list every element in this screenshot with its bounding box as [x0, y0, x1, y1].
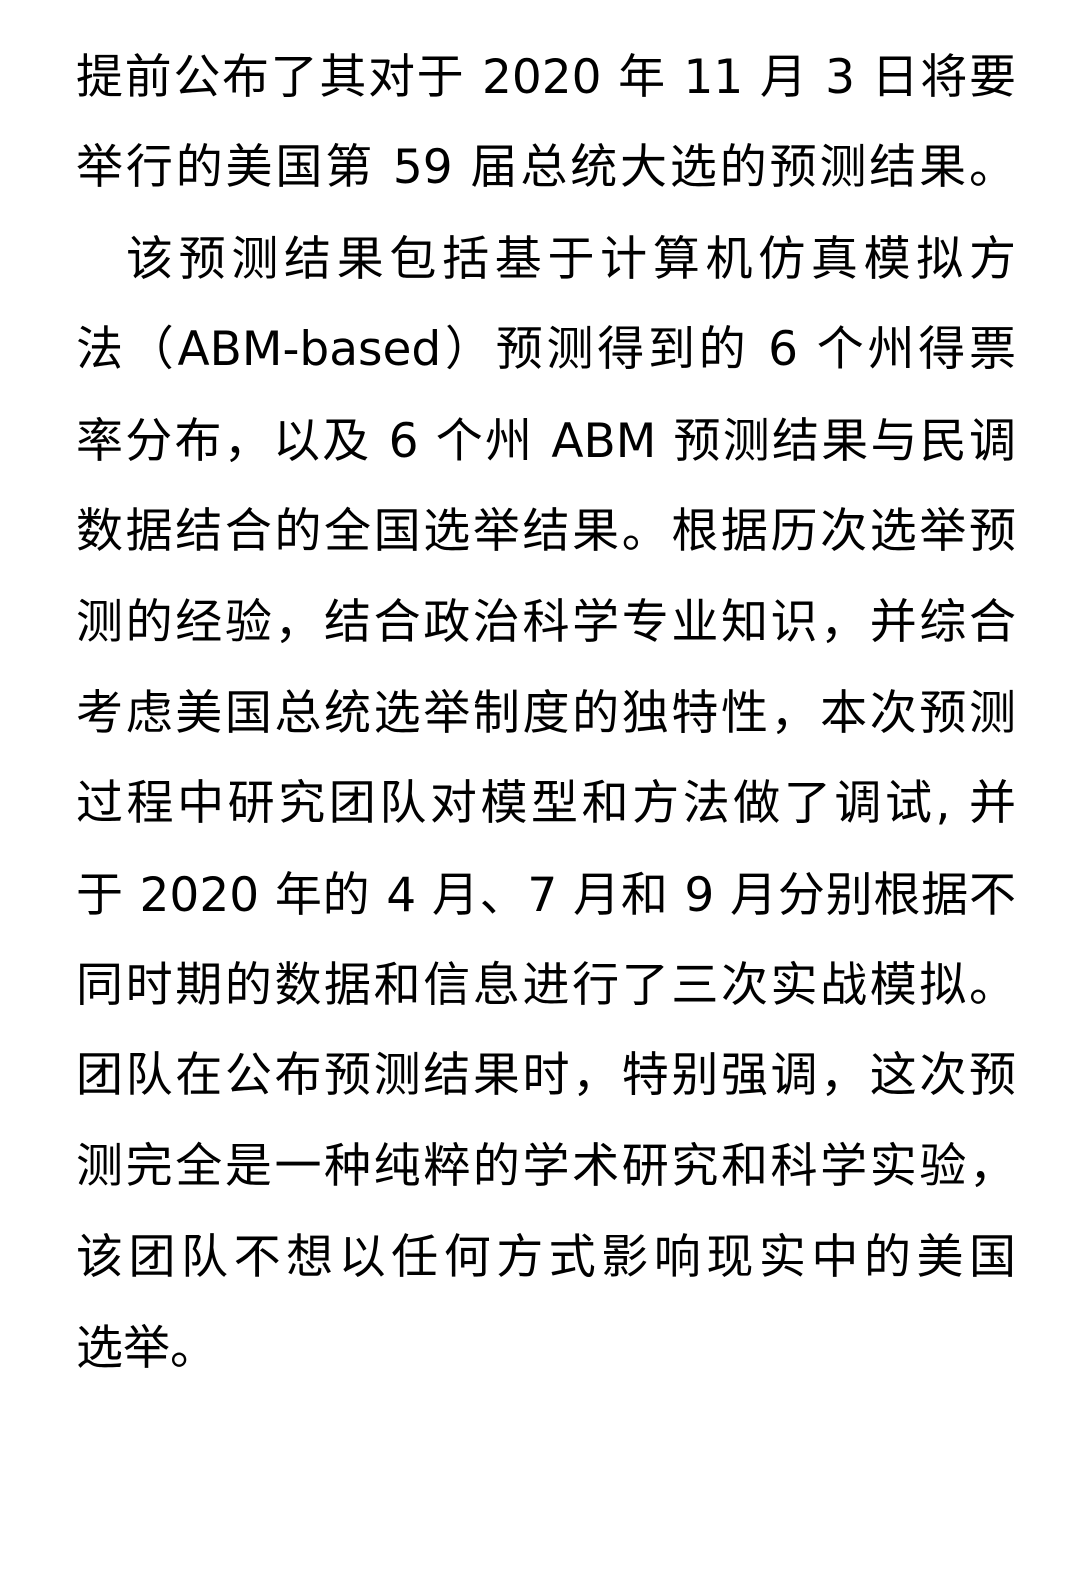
- text-line: 测完全是一种纯粹的学术研究和科学实验，: [76, 1139, 1016, 1194]
- text-line: 法（ABM-based）预测得到的 6 个州得票: [76, 322, 1016, 377]
- text-line: 举行的美国第 59 届总统大选的预测结果。: [76, 140, 1016, 195]
- text-line: 于 2020 年的 4 月、7 月和 9 月分别根据不: [76, 868, 1016, 923]
- text-line: 过程中研究团队对模型和方法做了调试, 并: [76, 776, 1016, 831]
- text-line: 数据结合的全国选举结果。根据历次选举预: [76, 504, 1016, 559]
- paragraph-last-line: 选举。: [76, 1321, 217, 1376]
- paragraph-first-line: 该预测结果包括基于计算机仿真模拟方: [126, 232, 1016, 287]
- text-line: 率分布，以及 6 个州 ABM 预测结果与民调: [76, 414, 1016, 469]
- text-line: 同时期的数据和信息进行了三次实战模拟。: [76, 958, 1016, 1013]
- text-line: 提前公布了其对于 2020 年 11 月 3 日将要: [76, 50, 1016, 105]
- text-line: 团队在公布预测结果时，特别强调，这次预: [76, 1048, 1016, 1103]
- text-line: 考虑美国总统选举制度的独特性，本次预测: [76, 686, 1016, 741]
- document-page: 提前公布了其对于 2020 年 11 月 3 日将要 举行的美国第 59 届总统…: [0, 0, 1080, 1591]
- text-line: 测的经验，结合政治科学专业知识，并综合: [76, 595, 1016, 650]
- text-line: 该团队不想以任何方式影响现实中的美国: [76, 1230, 1016, 1285]
